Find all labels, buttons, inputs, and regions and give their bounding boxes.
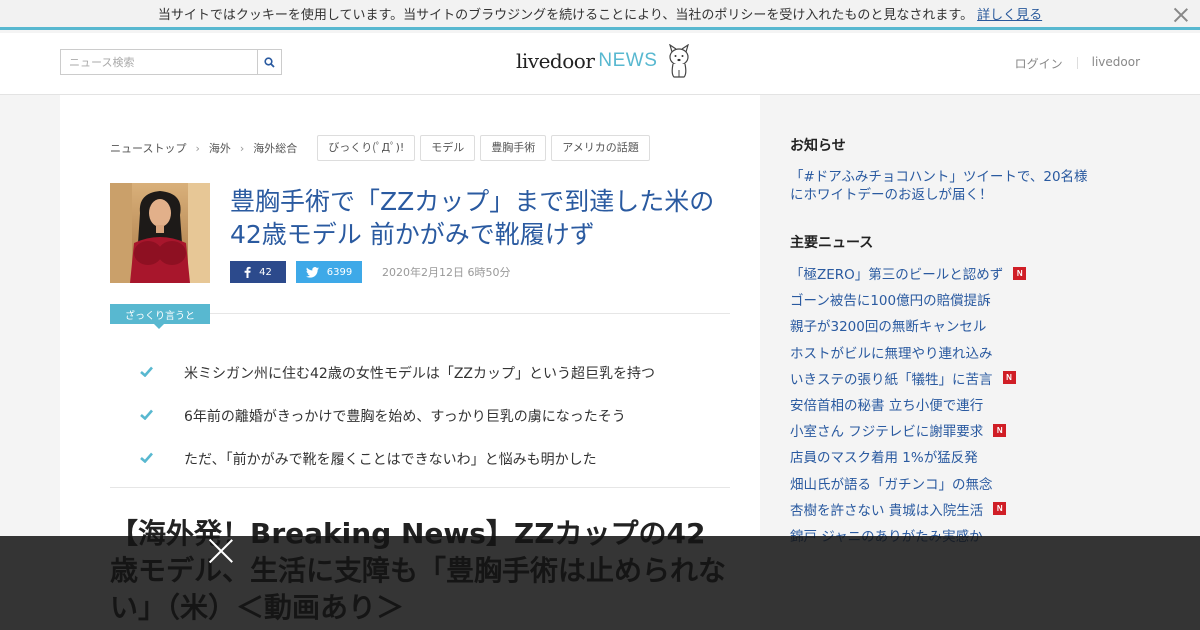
notice-link[interactable]: 「#ドアふみチョコハント」ツイートで、20名様にホワイトデーのお返しが届く！ [790, 168, 1090, 204]
livedoor-link[interactable]: livedoor [1092, 55, 1140, 72]
site-logo[interactable]: livedoor NEWS [516, 43, 691, 79]
summary-badge: ざっくり言うと [110, 304, 210, 329]
close-icon[interactable] [1172, 6, 1190, 24]
publish-date: 2020年2月12日 6時50分 [382, 266, 511, 279]
search-box [60, 49, 282, 75]
new-badge: N [993, 423, 1007, 437]
facebook-share-button[interactable]: 42 [230, 261, 286, 283]
breadcrumb-overseas-general[interactable]: 海外総合 [253, 140, 297, 156]
new-badge: N [993, 502, 1007, 516]
logo-news: NEWS [598, 50, 658, 71]
news-item[interactable]: 「極ZERO」第三のビールと認めず N [790, 260, 1027, 286]
news-item[interactable]: ゴーン被告に100億円の賠償提訴 [790, 286, 1026, 312]
article-title: 豊胸手術で「ZZカップ」まで到達した米の42歳モデル 前かがみで靴履けず [230, 187, 715, 249]
news-item-label: いきステの張り紙「犠牲」に苦言 [790, 371, 993, 388]
news-item[interactable]: いきステの張り紙「犠牲」に苦言 N [790, 365, 1026, 391]
tag-america[interactable]: アメリカの話題 [551, 135, 650, 161]
news-item-label: 親子が3200回の無断キャンセル [790, 319, 987, 336]
share-row: 42 6399 2020年2月12日 6時50分 [230, 261, 510, 283]
news-item-label: 小室さん フジテレビに謝罪要求 [790, 424, 984, 441]
tag-breast-surgery[interactable]: 豊胸手術 [480, 135, 547, 161]
checkmark-icon [140, 408, 184, 424]
summary-text: ただ、「前かがみで靴を履くことはできないわ」と悩みも明かした [184, 451, 597, 468]
twitter-count: 6399 [326, 266, 353, 278]
search-icon [264, 56, 275, 68]
breadcrumb: ニューストップ › 海外 › 海外総合 びっくり(ﾟДﾟ)! モデル 豊胸手術 … [110, 135, 655, 161]
notice-heading: お知らせ [790, 138, 846, 154]
cookie-bar: 当サイトではクッキーを使用しています。当サイトのブラウジングを続けることにより、… [0, 0, 1200, 30]
breadcrumb-news-top[interactable]: ニューストップ [110, 140, 186, 156]
news-item-label: 畑山氏が語る「ガチンコ」の無念 [790, 476, 993, 493]
breadcrumb-overseas[interactable]: 海外 [209, 140, 231, 156]
news-item[interactable]: 親子が3200回の無断キャンセル [790, 312, 1026, 338]
news-item-label: 「極ZERO」第三のビールと認めず [790, 267, 1004, 284]
tag-model[interactable]: モデル [420, 135, 476, 161]
news-item[interactable]: ホストがビルに無理やり連れ込み [790, 339, 1026, 365]
logo-livedoor: livedoor [516, 49, 595, 73]
news-item[interactable]: 店員のマスク着用 1%が猛反発 [790, 443, 1026, 469]
search-button[interactable] [257, 50, 281, 74]
divider [1076, 57, 1078, 69]
summary-item: 6年前の離婚がきっかけで豊胸を始め、すっかり巨乳の虜になったそう [140, 394, 655, 437]
facebook-count: 42 [259, 266, 272, 278]
divider [110, 487, 730, 488]
divider [210, 313, 730, 314]
twitter-icon [305, 266, 319, 278]
login-link[interactable]: ログイン [1015, 55, 1063, 72]
news-item[interactable]: 安倍首相の秘書 立ち小便で連行 [790, 391, 1026, 417]
news-item-label: 店員のマスク着用 1%が猛反発 [790, 450, 978, 467]
new-badge: N [1002, 371, 1016, 385]
news-item[interactable]: 小室さん フジテレビに謝罪要求 N [790, 417, 1026, 443]
bottom-overlay [0, 536, 1200, 630]
news-item-label: 杏樹を許さない 貴城は入院生活 [790, 502, 984, 519]
news-item[interactable]: 畑山氏が語る「ガチンコ」の無念 [790, 470, 1026, 496]
article-thumbnail[interactable] [110, 183, 210, 283]
search-input[interactable] [61, 50, 257, 74]
summary-list: 米ミシガン州に住む42歳の女性モデルは「ZZカップ」という超巨乳を持つ 6年前の… [140, 351, 655, 480]
news-item-label: ホストがビルに無理やり連れ込み [790, 345, 993, 362]
new-badge: N [1013, 266, 1027, 280]
twitter-share-button[interactable]: 6399 [296, 261, 362, 283]
news-item[interactable]: 杏樹を許さない 貴城は入院生活 N [790, 496, 1026, 522]
cookie-details-link[interactable]: 詳しく見る [977, 4, 1042, 23]
chevron-right-icon: › [195, 141, 200, 155]
chevron-right-icon: › [239, 141, 245, 155]
close-icon[interactable] [206, 536, 236, 566]
summary-item: ただ、「前かがみで靴を履くことはできないわ」と悩みも明かした [140, 437, 655, 480]
major-news-list: 「極ZERO」第三のビールと認めず N ゴーン被告に100億円の賠償提訴 親子が3… [790, 260, 1027, 548]
tag-surprise[interactable]: びっくり(ﾟДﾟ)! [317, 135, 416, 161]
facebook-icon [244, 266, 251, 278]
site-header: livedoor NEWS ログイン livedoor [0, 33, 1200, 95]
cookie-message: 当サイトではクッキーを使用しています。当サイトのブラウジングを続けることにより、… [157, 8, 974, 23]
major-news-heading: 主要ニュース [790, 235, 874, 251]
topic-tags: びっくり(ﾟДﾟ)! モデル 豊胸手術 アメリカの話題 [317, 135, 654, 161]
summary-text: 米ミシガン州に住む42歳の女性モデルは「ZZカップ」という超巨乳を持つ [184, 365, 655, 382]
header-links: ログイン livedoor [1015, 55, 1140, 72]
summary-text: 6年前の離婚がきっかけで豊胸を始め、すっかり巨乳の虜になったそう [184, 408, 626, 425]
checkmark-icon [140, 365, 184, 381]
checkmark-icon [140, 451, 184, 467]
news-item-label: ゴーン被告に100億円の賠償提訴 [790, 293, 991, 310]
news-item-label: 安倍首相の秘書 立ち小便で連行 [790, 398, 984, 415]
summary-item: 米ミシガン州に住む42歳の女性モデルは「ZZカップ」という超巨乳を持つ [140, 351, 655, 394]
dog-mascot-icon [669, 44, 690, 78]
